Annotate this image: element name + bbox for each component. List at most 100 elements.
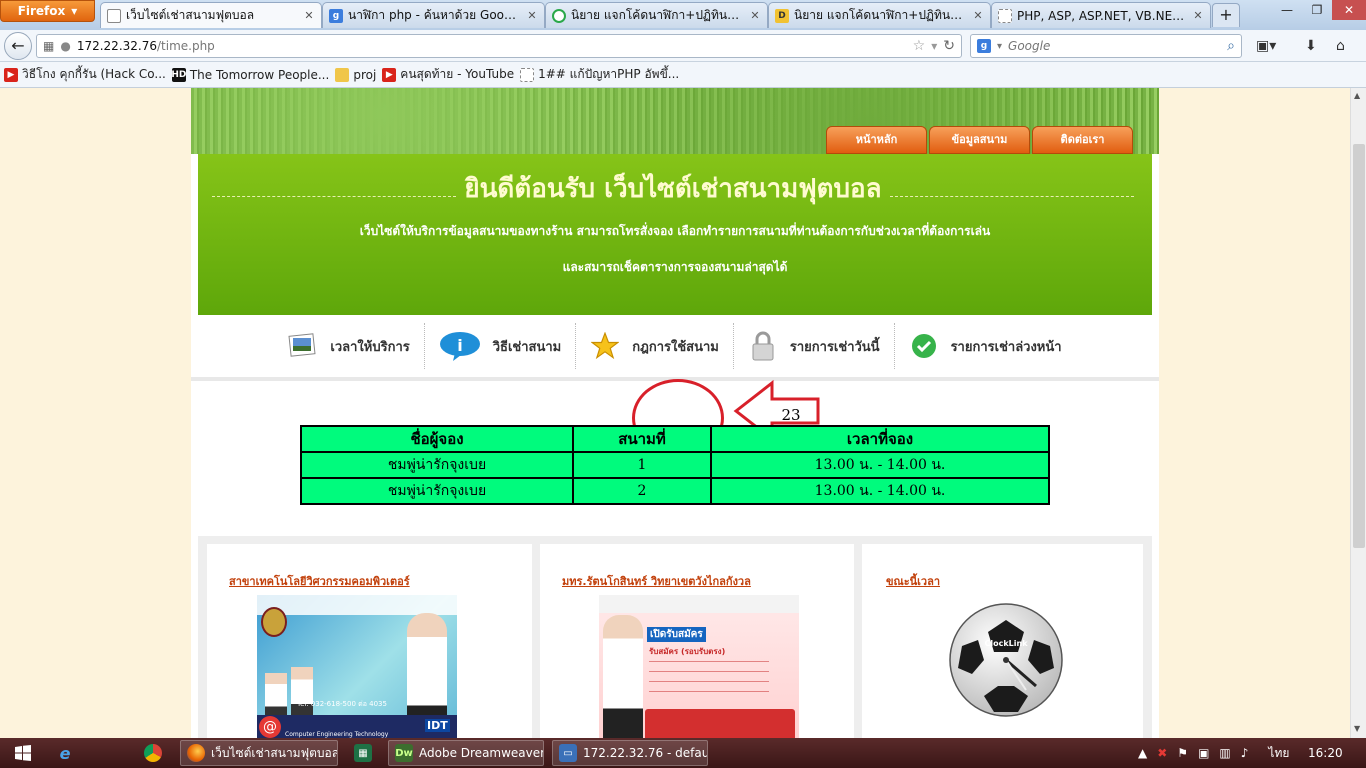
menu-today-bookings[interactable]: รายการเช่าวันนี้	[734, 323, 895, 369]
table-row: ชมพู่น่ารักจุงเบย 2 13.00 น. - 14.00 น.	[302, 479, 1048, 503]
welcome-title: ยินดีต้อนรับ เว็บไซต์เช่าสนามฟุตบอล	[464, 174, 882, 204]
chrome-button[interactable]	[136, 740, 170, 766]
bookmark-label: The Tomorrow People...	[189, 67, 330, 82]
download-icon[interactable]: ⬇	[1305, 38, 1317, 54]
bookmark-hack-cookie-run[interactable]: ▶ วิธีโกง คุกกี้รัน (Hack Co...	[4, 65, 166, 84]
tab-label: PHP, ASP, ASP.NET, VB.NET, C#...	[1017, 8, 1187, 23]
nav-home[interactable]: หน้าหลัก	[826, 126, 927, 154]
nav-field-info[interactable]: ข้อมูลสนาม	[929, 126, 1030, 154]
tab-php-asp[interactable]: PHP, ASP, ASP.NET, VB.NET, C#... ✕	[991, 2, 1211, 28]
language-indicator[interactable]: ไทย	[1268, 744, 1289, 763]
globe-icon: ●	[60, 39, 71, 53]
search-bar[interactable]: g ▾ ⌕	[970, 34, 1242, 58]
minimize-icon[interactable]: —	[1272, 0, 1302, 20]
home-icon[interactable]: ⌂	[1336, 38, 1345, 54]
monitor-icon[interactable]: ▣	[1198, 746, 1209, 760]
action-center-icon[interactable]: ⚑	[1177, 746, 1188, 760]
tab-novel-clock-code[interactable]: นิยาย แจกโค้ดนาฬิกา+ปฏิทินแปะไ... ✕	[545, 2, 768, 28]
taskbar-firefox-window[interactable]: เว็บไซต์เช่าสนามฟุตบอล ...	[180, 740, 338, 766]
close-window-icon[interactable]: ✕	[1332, 0, 1366, 20]
page-viewport: หน้าหลัก ข้อมูลสนาม ติดต่อเรา ยินดีต้อนร…	[0, 88, 1350, 738]
card-title-link[interactable]: มทร.รัตนโกสินทร์ วิทยาเขตวังไกลกังวล	[562, 572, 751, 590]
taskbar-clock[interactable]: 16:20	[1308, 738, 1343, 768]
close-icon[interactable]: ✕	[749, 9, 761, 22]
bookmark-last-person[interactable]: ▶ คนสุดท้าย - YouTube	[382, 65, 514, 84]
bookmark-label: proj	[353, 67, 377, 82]
tab-label: เว็บไซต์เช่าสนามฟุตบอล	[126, 8, 255, 22]
cell-time: 13.00 น. - 14.00 น.	[712, 453, 1048, 477]
close-icon[interactable]: ✕	[972, 9, 984, 22]
taskbar-remote-window[interactable]: ▭ 172.22.32.76 - default...	[552, 740, 708, 766]
bookmark-php-fix[interactable]: 1## แก้ปัญหาPHP อัพขึ้...	[520, 65, 679, 84]
scrollbar-thumb[interactable]	[1353, 144, 1365, 548]
bookmark-tomorrow-people[interactable]: HD The Tomorrow People...	[171, 67, 330, 82]
start-button[interactable]	[6, 740, 40, 766]
restore-icon[interactable]: ❐	[1302, 0, 1332, 20]
menu-field-rules[interactable]: กฎการใช้สนาม	[576, 323, 734, 369]
menu-how-to-rent[interactable]: i วิธีเช่าสนาม	[425, 323, 577, 369]
page-icon	[107, 8, 121, 23]
volume-icon[interactable]: ♪	[1241, 746, 1249, 760]
bookmark-label: คนสุดท้าย - YouTube	[400, 67, 515, 81]
bookmarks-menu-icon[interactable]: ▣▾	[1256, 38, 1276, 54]
person-figure	[603, 615, 643, 738]
menu-label: เวลาให้บริการ	[330, 339, 410, 355]
menu-service-hours[interactable]: เวลาให้บริการ	[274, 323, 425, 369]
new-tab-button[interactable]: +	[1212, 3, 1240, 27]
scroll-down-icon[interactable]: ▼	[1354, 724, 1360, 733]
bookmark-proj[interactable]: proj	[335, 67, 377, 82]
admission-poster[interactable]: เปิดรับสมัคร รับสมัคร (รอบรับตรง)	[599, 595, 799, 738]
close-icon[interactable]: ✕	[303, 9, 315, 22]
nav-contact[interactable]: ติดต่อเรา	[1032, 126, 1133, 154]
bookmark-label: 1## แก้ปัญหาPHP อัพขึ้...	[538, 67, 680, 81]
dreamweaver-icon: Dw	[395, 744, 413, 762]
card-title-link[interactable]: ขณะนี้เวลา	[886, 572, 940, 590]
top-navigation: หน้าหลัก ข้อมูลสนาม ติดต่อเรา	[826, 126, 1133, 154]
reload-icon[interactable]: ↻	[943, 38, 955, 54]
network-error-icon[interactable]: ✖	[1157, 746, 1167, 760]
poster-subheading: รับสมัคร (รอบรับตรง)	[649, 647, 726, 656]
tab-novel-clock-code-2[interactable]: D นิยาย แจกโค้ดนาฬิกา+ปฏิทินแปะไ... ✕	[768, 2, 991, 28]
menu-label: รายการเช่าล่วงหน้า	[950, 339, 1062, 355]
computer-engineering-poster[interactable]: Tel. 032-618-500 ต่อ 4035 @ Computer Eng…	[257, 595, 457, 738]
dropdown-arrow-icon[interactable]: ▾	[931, 39, 937, 53]
site-identity-icon[interactable]: ▦	[43, 39, 54, 53]
page-scrollbar[interactable]: ▲ ▼	[1350, 88, 1366, 738]
search-icon[interactable]: ⌕	[1227, 38, 1235, 54]
tab-football-rental[interactable]: เว็บไซต์เช่าสนามฟุตบอล ✕	[100, 2, 322, 28]
menu-label: กฎการใช้สนาม	[632, 339, 719, 355]
scroll-up-icon[interactable]: ▲	[1354, 91, 1360, 100]
welcome-description-2: และสมารถเช็คตารางการจองสนามล่าสุดได้	[562, 260, 788, 274]
google-icon[interactable]: g	[977, 39, 991, 53]
tab-label: นิยาย แจกโค้ดนาฬิกา+ปฏิทินแปะไ...	[571, 8, 744, 22]
card-title-link[interactable]: สาขาเทคโนโลยีวิศวกรรมคอมพิวเตอร์	[229, 572, 410, 590]
soccer-ball-clock: ClockLink	[949, 603, 1063, 717]
welcome-description-1: เว็บไซต์ให้บริการข้อมูลสนามของทางร้าน สา…	[359, 224, 991, 238]
loading-icon	[552, 8, 566, 23]
bookmark-star-icon[interactable]: ☆	[913, 38, 926, 54]
menu-label: รายการเช่าวันนี้	[789, 339, 880, 355]
column-header-field: สนามที่	[574, 427, 710, 451]
excel-button[interactable]: ▦	[346, 740, 380, 766]
windows-logo-icon	[15, 745, 31, 761]
back-button[interactable]: ←	[4, 32, 32, 60]
firefox-menu-button[interactable]: Firefox ▾	[0, 0, 95, 22]
close-icon[interactable]: ✕	[1192, 9, 1204, 22]
network-icon[interactable]: ▥	[1219, 746, 1230, 760]
internet-explorer-button[interactable]: e	[48, 740, 82, 766]
tab-google-search[interactable]: g นาฬิกา php - ค้นหาด้วย Google ✕	[322, 2, 545, 28]
search-input[interactable]	[1008, 39, 1222, 53]
url-bar[interactable]: ▦ ● 172.22.32.76/time.php ☆ ▾ ↻	[36, 34, 962, 58]
menu-advance-bookings[interactable]: รายการเช่าล่วงหน้า	[895, 323, 1076, 369]
taskbar-app-label: Adobe Dreamweaver...	[419, 746, 544, 760]
poster-heading: เปิดรับสมัคร	[647, 627, 706, 642]
clock-brand-label: ClockLink	[984, 639, 1028, 648]
folder-icon	[335, 67, 350, 82]
cell-field: 2	[574, 479, 710, 503]
close-icon[interactable]: ✕	[526, 9, 538, 22]
show-hidden-icons-icon[interactable]: ▲	[1138, 746, 1147, 760]
chrome-icon	[144, 744, 162, 762]
taskbar-dreamweaver-window[interactable]: Dw Adobe Dreamweaver...	[388, 740, 544, 766]
dropdown-arrow-icon[interactable]: ▾	[997, 41, 1002, 52]
tab-label: นิยาย แจกโค้ดนาฬิกา+ปฏิทินแปะไ...	[794, 8, 967, 22]
